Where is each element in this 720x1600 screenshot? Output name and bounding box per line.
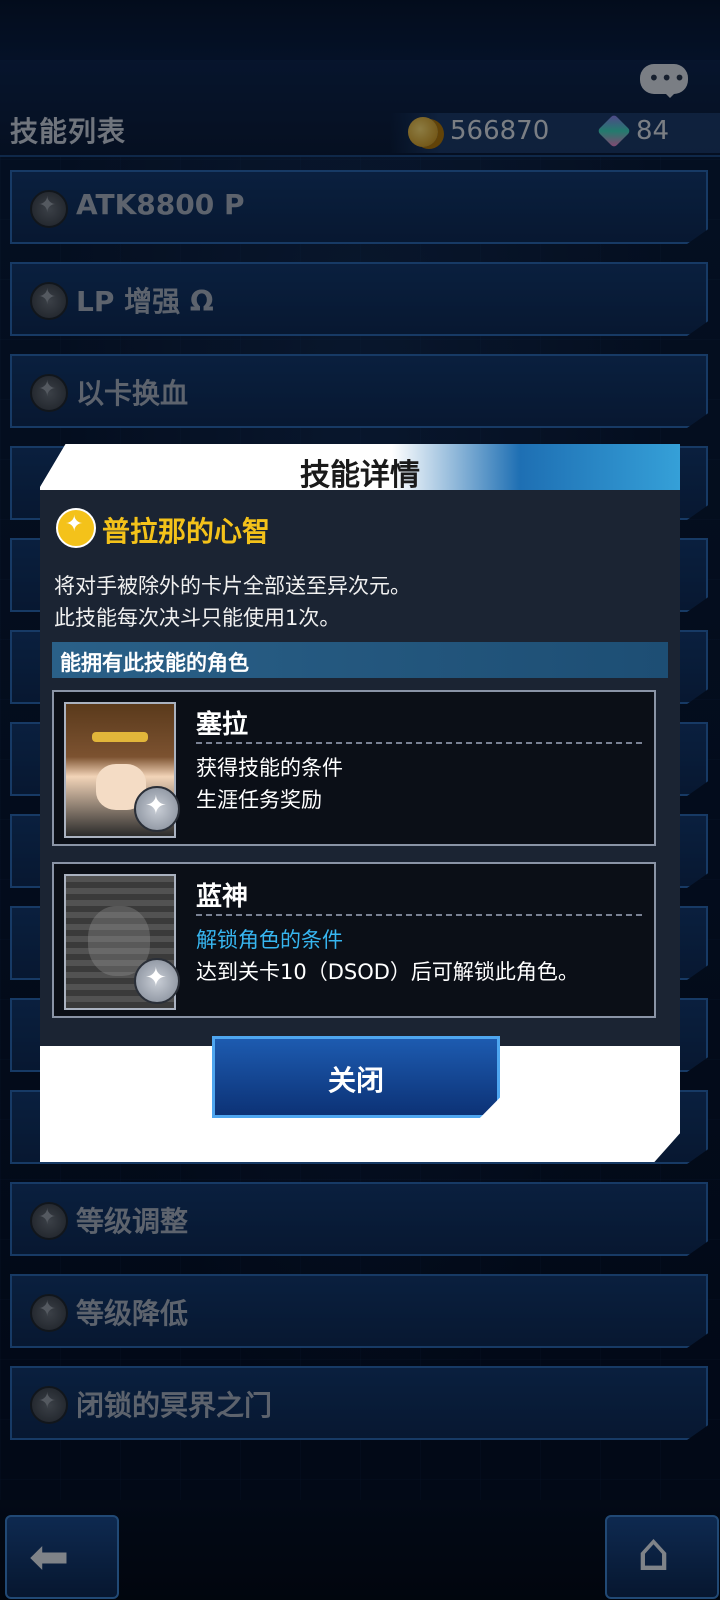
condition-label: 解锁角色的条件 [196,928,343,952]
character-card[interactable]: 塞拉 获得技能的条件 生涯任务奖励 [52,690,656,846]
skill-name: 普拉那的心智 [102,515,271,548]
star-badge-icon [134,786,180,832]
skill-detail-dialog: 技能详情 普拉那的心智 将对手被除外的卡片全部送至异次元。 此技能每次决斗只能使… [40,444,680,1162]
dialog-body: 普拉那的心智 将对手被除外的卡片全部送至异次元。 此技能每次决斗只能使用1次。 … [40,490,680,1046]
dialog-title: 技能详情 [300,458,420,493]
star-badge-icon [134,958,180,1004]
condition-value: 生涯任务奖励 [196,788,322,812]
condition-value: 达到关卡10（DSOD）后可解锁此角色。 [196,960,579,984]
skill-star-icon [56,508,96,548]
character-name: 塞拉 [196,710,249,740]
divider [196,914,642,916]
condition-label: 获得技能的条件 [196,756,343,780]
description-line: 此技能每次决斗只能使用1次。 [54,606,341,630]
divider [196,742,642,744]
close-button[interactable]: 关闭 [212,1036,500,1118]
close-button-label: 关闭 [327,1064,384,1097]
character-name: 蓝神 [196,882,249,912]
character-card[interactable]: 蓝神 解锁角色的条件 达到关卡10（DSOD）后可解锁此角色。 [52,862,656,1018]
skill-description: 将对手被除外的卡片全部送至异次元。 此技能每次决斗只能使用1次。 [54,570,411,634]
dialog-header: 技能详情 [40,444,680,493]
section-label: 能拥有此技能的角色 [60,651,249,675]
section-header: 能拥有此技能的角色 [52,642,668,678]
description-line: 将对手被除外的卡片全部送至异次元。 [54,574,411,598]
